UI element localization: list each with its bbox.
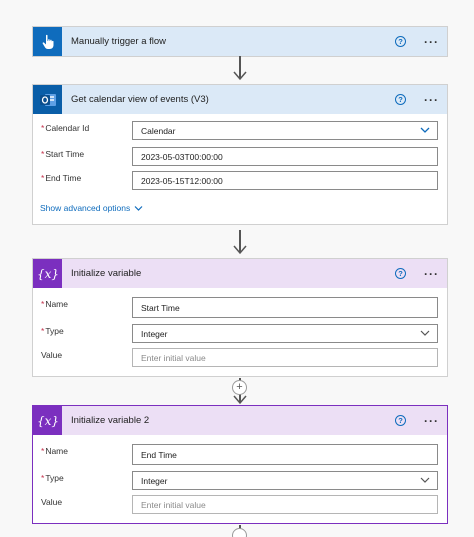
start-time-label: *Start Time — [41, 149, 85, 159]
type-select[interactable]: Integer — [132, 324, 438, 343]
arrow-down-icon — [233, 395, 247, 405]
value-row: Value Enter initial value — [33, 348, 447, 368]
svg-text:{x}: {x} — [38, 414, 58, 428]
value-label: Value — [41, 497, 63, 507]
name-row: *Name End Time — [33, 444, 447, 465]
end-time-input[interactable]: 2023-05-15T12:00:00 — [132, 171, 438, 190]
help-icon[interactable]: ? — [395, 415, 406, 426]
hand-pointer-icon — [33, 27, 62, 56]
name-row: *Name Start Time — [33, 297, 447, 318]
name-value: Start Time — [141, 302, 180, 313]
add-step-button[interactable]: + — [232, 380, 247, 395]
calendar-id-value: Calendar — [141, 125, 176, 136]
trigger-title: Manually trigger a flow — [71, 36, 167, 47]
initialize-variable-2-header[interactable]: {x} Initialize variable 2 ? ··· — [33, 406, 447, 435]
type-label: *Type — [41, 473, 64, 483]
chevron-down-icon[interactable] — [420, 126, 430, 134]
value-placeholder: Enter initial value — [141, 499, 206, 510]
type-select[interactable]: Integer — [132, 471, 438, 490]
type-value: Integer — [141, 475, 168, 486]
add-step-button[interactable] — [232, 528, 247, 537]
more-options-icon[interactable]: ··· — [424, 415, 439, 427]
end-time-row: *End Time 2023-05-15T12:00:00 — [33, 171, 447, 191]
more-options-icon[interactable]: ··· — [424, 94, 439, 106]
more-options-icon[interactable]: ··· — [424, 36, 439, 48]
type-row: *Type Integer — [33, 324, 447, 344]
name-label: *Name — [41, 299, 68, 309]
help-icon[interactable]: ? — [395, 268, 406, 279]
variable-x-icon: {x} — [33, 406, 62, 435]
chevron-down-icon[interactable] — [420, 329, 430, 337]
start-time-row: *Start Time 2023-05-03T00:00:00 — [33, 147, 447, 167]
calendar-card[interactable]: Get calendar view of events (V3) ? ··· *… — [32, 84, 448, 225]
calendar-id-select[interactable]: Calendar — [132, 121, 438, 140]
name-input[interactable]: Start Time — [132, 297, 438, 318]
type-row: *Type Integer — [33, 471, 447, 491]
trigger-card[interactable]: Manually trigger a flow ? ··· — [32, 26, 448, 57]
start-time-input[interactable]: 2023-05-03T00:00:00 — [132, 147, 438, 166]
initialize-variable-2-card[interactable]: {x} Initialize variable 2 ? ··· *Name En… — [32, 405, 448, 524]
calendar-id-label: *Calendar Id — [41, 123, 90, 133]
chevron-down-icon[interactable] — [420, 476, 430, 484]
help-icon[interactable]: ? — [395, 94, 406, 105]
calendar-title: Get calendar view of events (V3) — [71, 94, 209, 105]
variable-x-icon: {x} — [33, 259, 62, 288]
initialize-variable-title: Initialize variable — [71, 268, 142, 279]
initialize-variable-card[interactable]: {x} Initialize variable ? ··· *Name Star… — [32, 258, 448, 377]
svg-text:{x}: {x} — [38, 267, 58, 281]
show-advanced-options-link[interactable]: Show advanced options — [40, 203, 143, 213]
calendar-id-row: *Calendar Id Calendar — [33, 121, 447, 141]
value-input[interactable]: Enter initial value — [132, 495, 438, 514]
help-icon[interactable]: ? — [395, 36, 406, 47]
chevron-down-icon — [134, 205, 143, 211]
show-advanced-label: Show advanced options — [40, 203, 131, 213]
calendar-card-header[interactable]: Get calendar view of events (V3) ? ··· — [33, 85, 447, 114]
more-options-icon[interactable]: ··· — [424, 268, 439, 280]
initialize-variable-2-title: Initialize variable 2 — [71, 415, 150, 426]
name-value: End Time — [141, 449, 177, 460]
name-label: *Name — [41, 446, 68, 456]
end-time-value: 2023-05-15T12:00:00 — [141, 175, 223, 186]
type-label: *Type — [41, 326, 64, 336]
value-input[interactable]: Enter initial value — [132, 348, 438, 367]
value-label: Value — [41, 350, 63, 360]
start-time-value: 2023-05-03T00:00:00 — [141, 151, 223, 162]
trigger-card-header[interactable]: Manually trigger a flow ? ··· — [33, 27, 447, 56]
end-time-label: *End Time — [41, 173, 82, 183]
outlook-icon — [33, 85, 62, 114]
initialize-variable-header[interactable]: {x} Initialize variable ? ··· — [33, 259, 447, 288]
value-row: Value Enter initial value — [33, 495, 447, 515]
arrow-down-icon — [233, 71, 247, 81]
type-value: Integer — [141, 328, 168, 339]
value-placeholder: Enter initial value — [141, 352, 206, 363]
name-input[interactable]: End Time — [132, 444, 438, 465]
arrow-down-icon — [233, 245, 247, 255]
